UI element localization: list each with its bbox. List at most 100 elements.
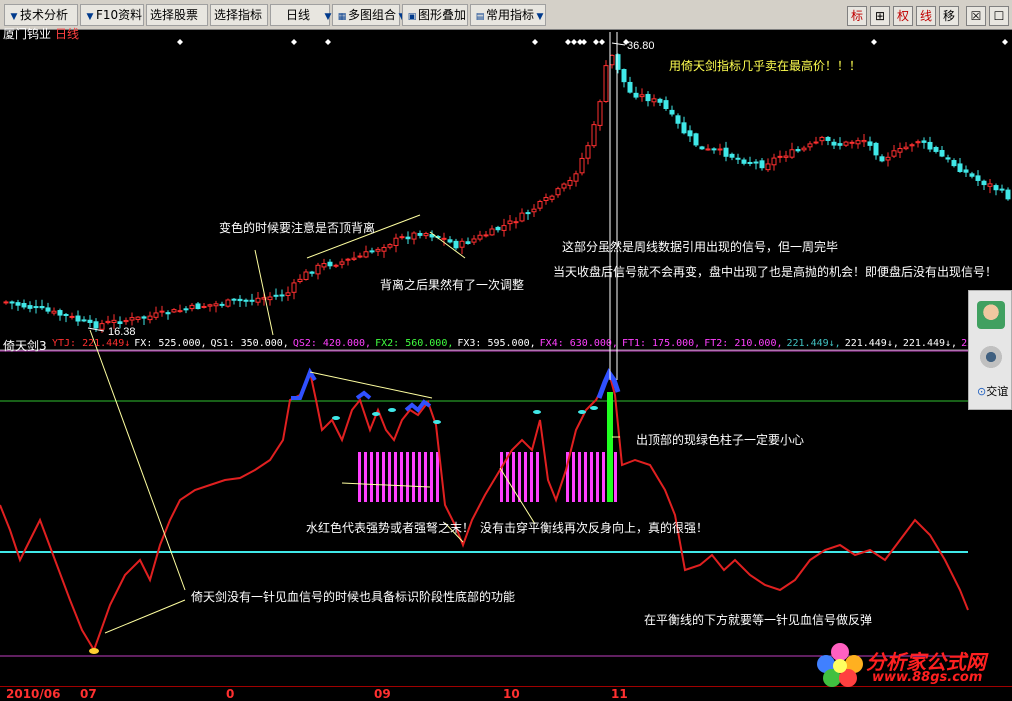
candle <box>609 54 615 66</box>
candle <box>897 148 903 153</box>
candle <box>549 195 555 200</box>
annotation-weekly-signal: 这部分虽然是周线数据引用出现的信号，但一周完毕 <box>562 240 839 254</box>
candle <box>723 147 729 157</box>
candle <box>327 261 333 267</box>
candle <box>321 263 327 268</box>
candle <box>933 146 939 152</box>
candle <box>99 323 105 330</box>
candle <box>243 299 249 302</box>
candle <box>363 251 369 258</box>
close-icon[interactable]: ☒ <box>966 6 986 26</box>
candle <box>501 225 507 231</box>
date-label: 2010/06 <box>6 687 61 701</box>
webcam-icon[interactable] <box>977 343 1005 371</box>
candle <box>903 146 909 150</box>
strength-bar <box>590 452 593 502</box>
candle <box>315 264 321 275</box>
menu-select-stock[interactable]: 选择股票 <box>146 4 208 26</box>
annotation-green-bar: 出顶部的现绿色柱子一定要小心 <box>636 433 805 447</box>
annotation-bottom-function: 倚天剑没有一针见血信号的时候也具备标识阶段性底部的功能 <box>191 590 516 604</box>
candle <box>369 250 375 253</box>
candle <box>57 310 63 316</box>
candle <box>165 312 171 315</box>
signal-diamond <box>325 39 331 45</box>
menu-common-indicators[interactable]: ▤ 常用指标 ▼ <box>470 4 546 26</box>
candle <box>891 150 897 157</box>
date-label: 10 <box>503 687 520 701</box>
move-button[interactable]: 移 <box>939 6 959 26</box>
menu-technical-analysis[interactable]: ▼ 技术分析 <box>4 4 78 26</box>
candle <box>483 234 489 237</box>
restore-icon[interactable]: ☐ <box>989 6 1009 26</box>
candle <box>489 228 495 236</box>
candle <box>939 150 945 157</box>
candle <box>423 233 429 237</box>
candle <box>237 298 243 302</box>
signal-diamond <box>871 39 877 45</box>
candle <box>537 200 543 209</box>
mark-button[interactable]: 标 <box>847 6 867 26</box>
candle <box>825 136 831 141</box>
dropdown-arrow-icon: ▼ <box>536 12 544 22</box>
indicator-params: YTJ: 221.449↓ FX: 525.000, QS1: 350.000, QS… <box>52 338 983 352</box>
candle <box>771 157 777 166</box>
dropdown-arrow-icon: ▼ <box>86 12 94 22</box>
dropdown-arrow-icon: ▼ <box>10 12 18 22</box>
param-ft2: FT2: 210.000, <box>704 338 783 349</box>
candle <box>633 92 639 98</box>
menu-overlay[interactable]: ▣ 图形叠加 <box>402 4 468 26</box>
cyan-signal-dots <box>332 406 598 424</box>
bottom-marker <box>89 648 99 654</box>
candle <box>927 141 933 150</box>
candle <box>129 317 135 321</box>
candle <box>717 148 723 151</box>
candle <box>735 157 741 160</box>
chat-label[interactable]: ⊙交谊 <box>977 383 1008 399</box>
signal-diamond <box>177 39 183 45</box>
candle <box>279 294 285 297</box>
menu-multi-chart[interactable]: ▦多图组合▼ <box>332 4 405 26</box>
candle <box>87 319 93 323</box>
line-button[interactable]: 线 <box>916 6 936 26</box>
candle <box>231 298 237 301</box>
candle <box>207 304 213 307</box>
annotation-pink-strong: 水红色代表强势或者强弩之末！ <box>306 521 475 535</box>
candle <box>69 315 75 318</box>
candle <box>945 157 951 160</box>
cyan-dot <box>372 412 380 416</box>
candle <box>201 305 207 308</box>
avatar-icon[interactable] <box>977 301 1005 329</box>
candle <box>567 179 573 186</box>
strength-bar <box>596 452 599 502</box>
cyan-dot <box>433 420 441 424</box>
crosshair-button[interactable]: ⊞ <box>870 6 890 26</box>
candle <box>759 160 765 169</box>
date-label: 0 <box>226 687 235 701</box>
candle <box>627 81 633 93</box>
strength-bar <box>512 452 515 502</box>
candle <box>459 240 465 248</box>
signal-diamond <box>593 39 599 45</box>
candle <box>861 139 867 143</box>
candle <box>159 310 165 313</box>
candle <box>105 320 111 324</box>
candle <box>183 308 189 311</box>
signal-diamond <box>291 39 297 45</box>
candle <box>135 316 141 320</box>
signal-diamond <box>565 39 571 45</box>
candle <box>447 239 453 243</box>
rights-button[interactable]: 权 <box>893 6 913 26</box>
menu-period[interactable]: 日线 ▼ <box>270 4 331 26</box>
peak-blue-mark <box>291 367 317 400</box>
candle <box>843 141 849 146</box>
candle <box>147 315 153 321</box>
candle <box>471 238 477 243</box>
candle <box>585 145 591 159</box>
candle <box>375 248 381 252</box>
strength-bar <box>602 452 605 502</box>
annotation-below-balance: 在平衡线的下方就要等一针见血信号做反弹 <box>644 613 873 627</box>
menu-select-indicator[interactable]: 选择指标 <box>210 4 268 26</box>
candle <box>3 301 9 304</box>
candle <box>969 173 975 177</box>
menu-f10[interactable]: ▼ F10资料 <box>80 4 144 26</box>
